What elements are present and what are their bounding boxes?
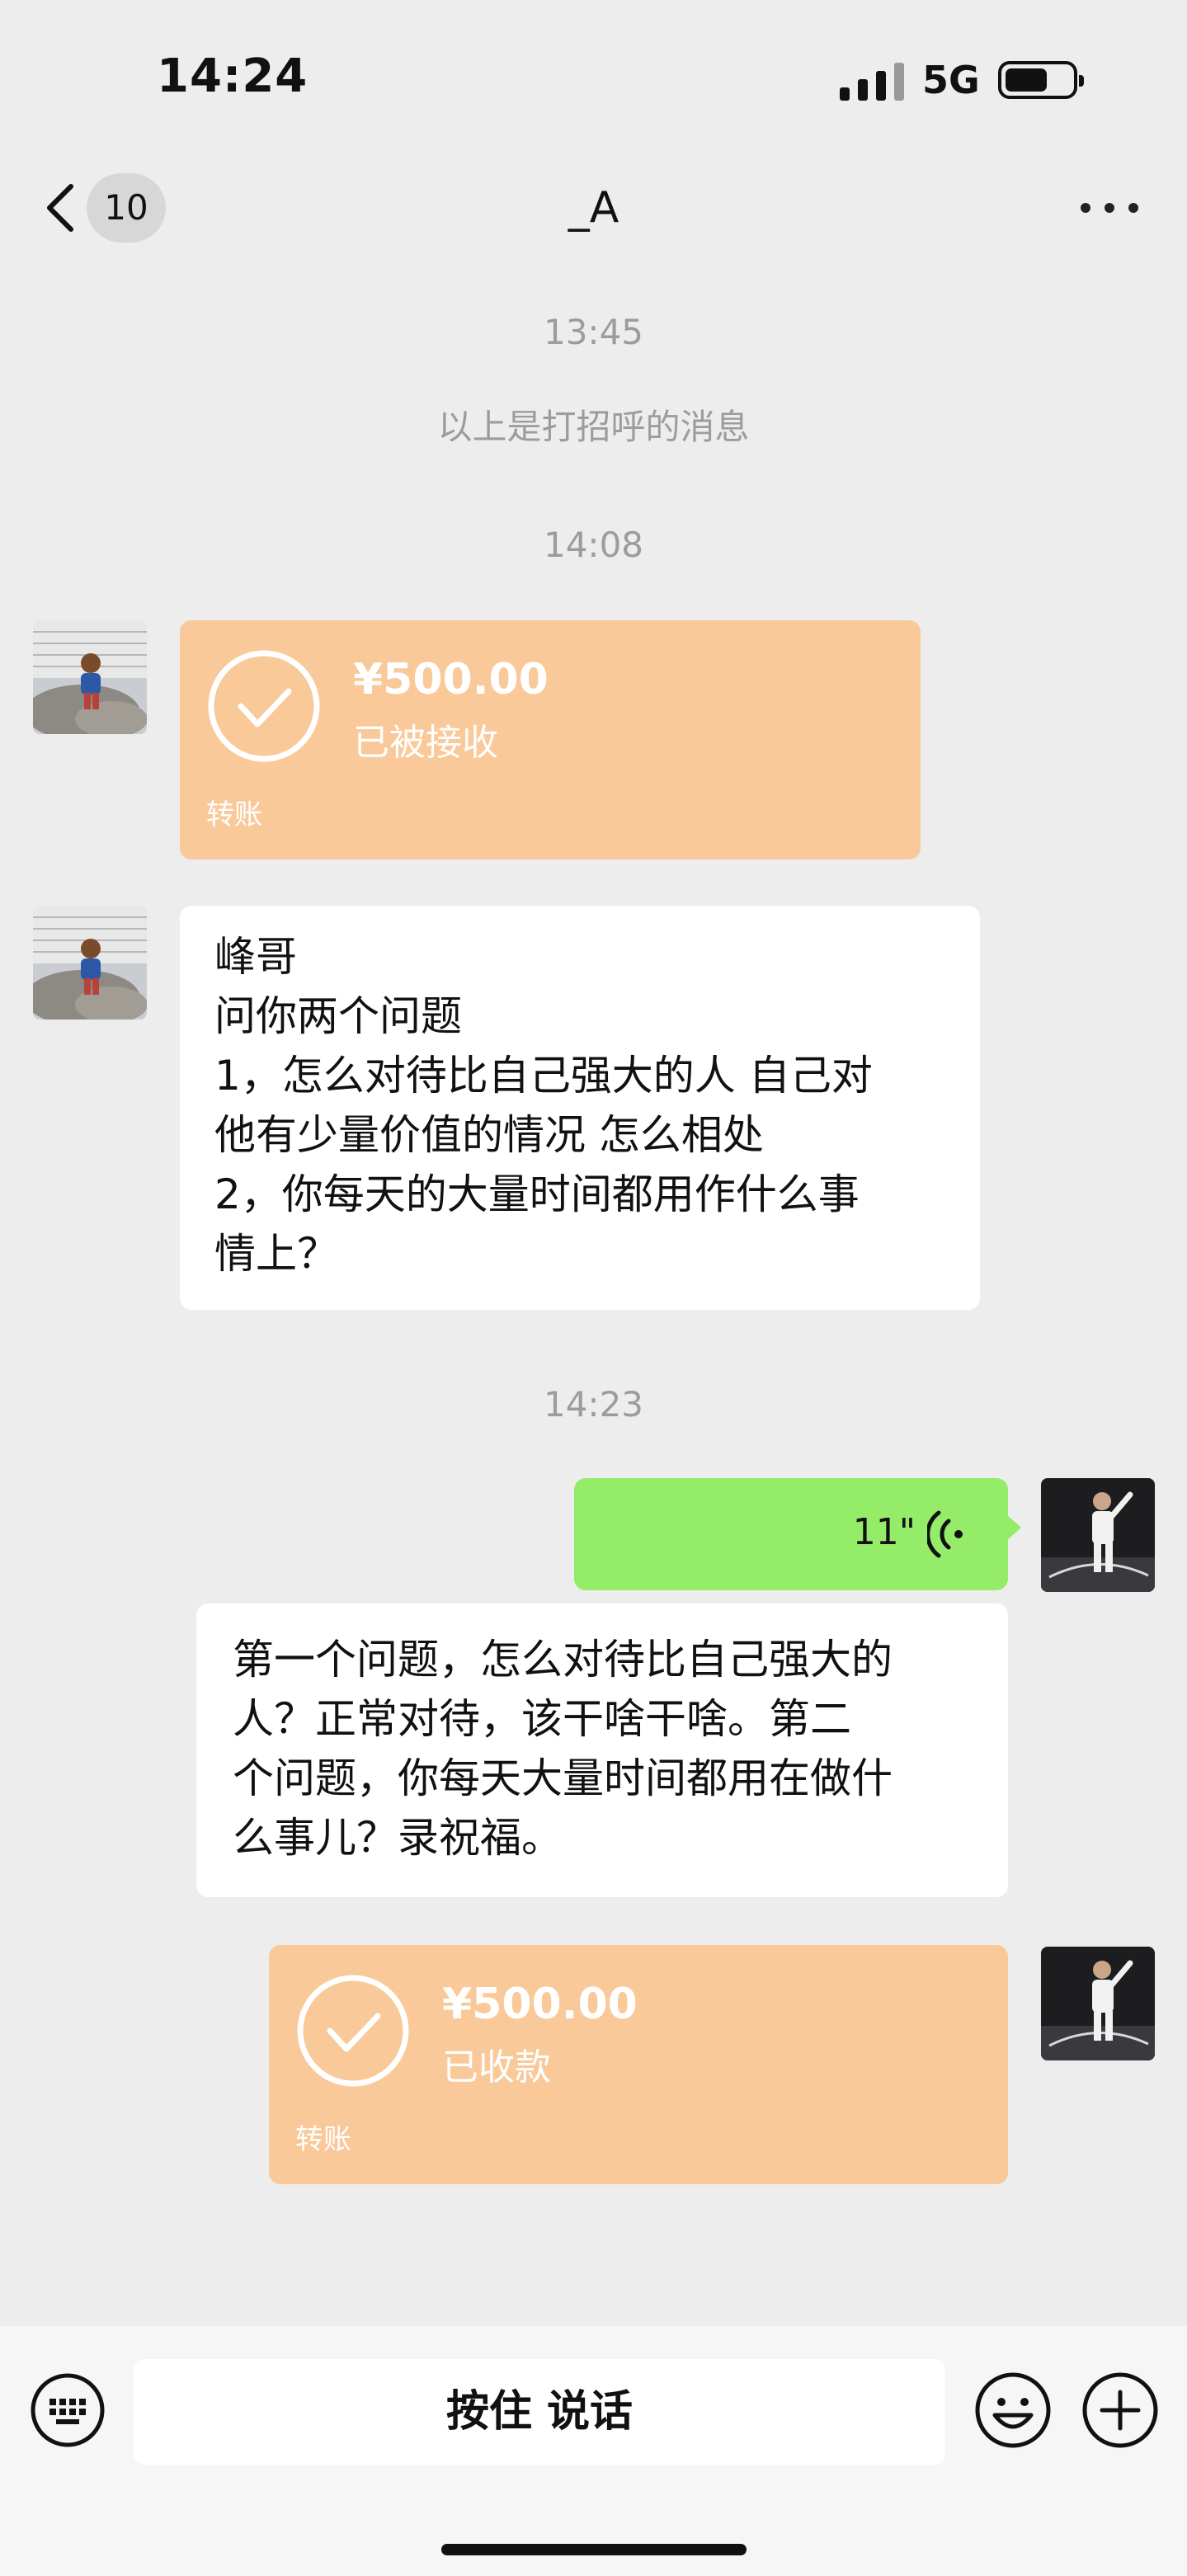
message-line: 1，怎么对待比自己强大的人 自己对 xyxy=(214,1052,873,1100)
message-line: 情上？ xyxy=(214,1230,338,1278)
my-avatar[interactable] xyxy=(1041,1947,1155,2060)
network-type: 5G xyxy=(922,58,980,102)
check-circle-icon xyxy=(208,650,320,762)
message-line: 2，你每天的大量时间都用作什么事 xyxy=(214,1170,860,1218)
emoji-icon xyxy=(975,2372,1051,2448)
timestamp: 13:45 xyxy=(543,312,644,352)
transfer-card-received[interactable]: ¥500.00 已被接收 转账 xyxy=(180,620,921,859)
voice-message-bubble[interactable]: 11" xyxy=(574,1478,1021,1590)
battery-icon xyxy=(998,61,1084,99)
contact-avatar[interactable] xyxy=(33,620,147,734)
transcript-line: 第一个问题，怎么对待比自己强大的 xyxy=(233,1636,893,1684)
transfer-label: 转账 xyxy=(206,798,262,831)
emoji-button[interactable] xyxy=(973,2371,1053,2450)
more-icon xyxy=(1081,203,1090,213)
home-indicator xyxy=(441,2544,747,2555)
transfer-amount: ¥500.00 xyxy=(353,655,549,704)
timestamp: 14:23 xyxy=(543,1384,644,1425)
transfer-label: 转账 xyxy=(295,2123,351,2156)
message-line: 他有少量价值的情况 怎么相处 xyxy=(214,1111,764,1159)
avatar-image xyxy=(1041,1478,1155,1592)
contact-avatar[interactable] xyxy=(33,906,147,1020)
transfer-amount: ¥500.00 xyxy=(442,1980,638,2029)
message-line: 峰哥 xyxy=(214,933,297,981)
transcript-line: 个问题，你每天大量时间都用在做什 xyxy=(233,1754,893,1802)
incoming-message-bubble[interactable]: 峰哥 问你两个问题 1，怎么对待比自己强大的人 自己对 他有少量价值的情况 怎么… xyxy=(180,906,980,1310)
transfer-status: 已收款 xyxy=(442,2046,551,2089)
signal-icon xyxy=(840,63,904,101)
more-options-button[interactable] xyxy=(1081,203,1138,214)
keyboard-icon xyxy=(31,2373,105,2447)
more-actions-button[interactable] xyxy=(1081,2371,1160,2450)
system-note: 以上是打招呼的消息 xyxy=(437,407,750,447)
my-avatar[interactable] xyxy=(1041,1478,1155,1592)
transcript-line: 么事儿？录祝福。 xyxy=(233,1814,563,1862)
voice-transcript-bubble[interactable]: 第一个问题，怎么对待比自己强大的 人？正常对待，该干啥干啥。第二 个问题，你每天… xyxy=(196,1604,1008,1897)
message-line: 问你两个问题 xyxy=(214,992,462,1040)
keyboard-toggle-button[interactable] xyxy=(30,2372,106,2448)
avatar-image xyxy=(33,620,147,734)
avatar-image xyxy=(33,906,147,1020)
transcript-line: 人？正常对待，该干啥干啥。第二 xyxy=(233,1695,851,1743)
hold-to-talk-button[interactable]: 按住 说话 xyxy=(134,2359,945,2465)
check-circle-icon xyxy=(297,1975,409,2087)
timestamp: 14:08 xyxy=(543,525,644,565)
plus-icon xyxy=(1082,2372,1158,2448)
voice-duration: 11" xyxy=(852,1511,916,1553)
status-time: 14:24 xyxy=(157,49,309,103)
avatar-image xyxy=(1041,1947,1155,2060)
voice-wave-icon xyxy=(927,1510,963,1558)
transfer-status: 已被接收 xyxy=(353,722,498,764)
transfer-card-sent[interactable]: ¥500.00 已收款 转账 xyxy=(269,1945,1008,2184)
chat-title: _A xyxy=(568,183,619,233)
